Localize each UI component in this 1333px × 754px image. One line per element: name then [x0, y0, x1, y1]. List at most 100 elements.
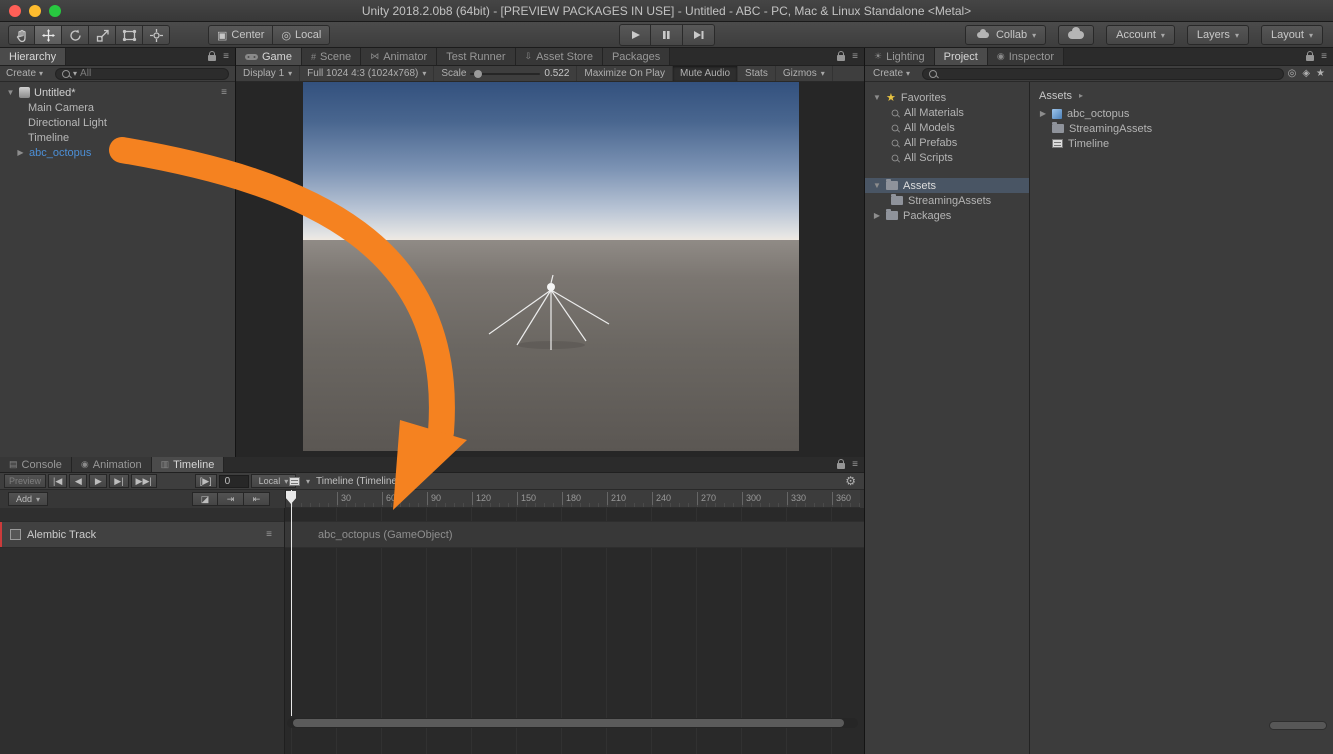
asset-abc-octopus[interactable]: ▶ abc_octopus: [1031, 106, 1333, 121]
previous-frame-button[interactable]: ◀: [69, 474, 87, 488]
tree-folder-packages[interactable]: ▶ Packages: [865, 208, 1029, 223]
layers-button[interactable]: Layers ▾: [1187, 25, 1249, 45]
account-button[interactable]: Account ▾: [1106, 25, 1175, 45]
foldout-icon[interactable]: ▼: [6, 88, 15, 97]
rect-tool-button[interactable]: [116, 25, 143, 45]
tab-animator[interactable]: ⋈ Animator: [361, 48, 437, 65]
timeline-horizontal-scrollbar[interactable]: [287, 718, 858, 728]
minimize-window-button[interactable]: [29, 5, 41, 17]
favorite-all-scripts[interactable]: All Scripts: [865, 150, 1029, 165]
tab-test-runner[interactable]: Test Runner: [437, 48, 515, 65]
game-viewport[interactable]: [303, 82, 799, 451]
lock-icon[interactable]: [208, 55, 216, 61]
panel-menu-icon[interactable]: ≡: [223, 52, 229, 62]
tab-asset-store[interactable]: ⇩ Asset Store: [516, 48, 603, 65]
play-button[interactable]: [619, 24, 651, 46]
move-tool-button[interactable]: [35, 25, 62, 45]
hierarchy-search-input[interactable]: ▾ All: [55, 68, 229, 80]
asset-timeline[interactable]: Timeline: [1031, 136, 1333, 151]
cloud-services-button[interactable]: [1058, 25, 1094, 45]
layout-button[interactable]: Layout ▾: [1261, 25, 1323, 45]
horizontal-scrollbar-thumb[interactable]: [1269, 721, 1327, 730]
space-mode-button[interactable]: ◎ Local: [273, 25, 330, 45]
mix-mode-button[interactable]: ◪: [192, 492, 218, 506]
tab-animation[interactable]: ◉ Animation: [72, 457, 152, 472]
scene-header-row[interactable]: ▼ Untitled* ≡: [0, 85, 235, 100]
step-button[interactable]: [683, 24, 715, 46]
hierarchy-item-directional-light[interactable]: Directional Light: [0, 115, 235, 130]
favorite-all-materials[interactable]: All Materials: [865, 105, 1029, 120]
foldout-icon[interactable]: ▼: [873, 181, 881, 190]
project-search-input[interactable]: [922, 68, 1284, 80]
rotate-tool-button[interactable]: [62, 25, 89, 45]
play-range-toggle[interactable]: [▶]: [195, 474, 217, 488]
collab-button[interactable]: Collab ▾: [965, 25, 1046, 45]
create-dropdown[interactable]: Create ▾: [0, 68, 47, 79]
display-dropdown[interactable]: Display 1 ▾: [236, 66, 300, 81]
scale-slider-rail[interactable]: [470, 73, 540, 75]
hand-tool-button[interactable]: [8, 25, 35, 45]
maximize-on-play-toggle[interactable]: Maximize On Play: [576, 66, 673, 81]
close-window-button[interactable]: [9, 5, 21, 17]
favorite-all-prefabs[interactable]: All Prefabs: [865, 135, 1029, 150]
track-menu-icon[interactable]: ≡: [266, 530, 284, 540]
panel-menu-icon[interactable]: ≡: [852, 460, 858, 470]
tab-timeline[interactable]: ▥ Timeline: [152, 457, 225, 472]
panel-menu-icon[interactable]: ≡: [1321, 52, 1327, 62]
pivot-mode-button[interactable]: ▣ Center: [208, 25, 273, 45]
stats-toggle[interactable]: Stats: [738, 66, 776, 81]
alembic-track-header[interactable]: Alembic Track ≡: [0, 521, 284, 548]
ripple-mode-button[interactable]: ⇥: [218, 492, 244, 506]
hierarchy-item-abc-octopus[interactable]: ▶ abc_octopus: [0, 145, 235, 160]
add-track-button[interactable]: Add ▾: [8, 492, 48, 506]
project-create-dropdown[interactable]: Create ▾: [865, 68, 914, 79]
gizmos-dropdown[interactable]: Gizmos ▾: [776, 66, 833, 81]
foldout-icon[interactable]: ▶: [873, 211, 881, 220]
lock-icon[interactable]: [837, 55, 845, 61]
tab-packages[interactable]: Packages: [603, 48, 670, 65]
tree-folder-assets[interactable]: ▼ Assets: [865, 178, 1029, 193]
alembic-clip-row[interactable]: abc_octopus (GameObject): [285, 521, 864, 548]
pause-button[interactable]: [651, 24, 683, 46]
timeline-play-button[interactable]: ▶: [89, 474, 107, 488]
preview-toggle-button[interactable]: Preview: [4, 474, 46, 488]
lock-icon[interactable]: [1306, 55, 1314, 61]
next-frame-button[interactable]: ▶|: [109, 474, 128, 488]
tab-hierarchy[interactable]: Hierarchy: [0, 48, 66, 65]
panel-menu-icon[interactable]: ≡: [852, 52, 858, 62]
replace-mode-button[interactable]: ⇤: [244, 492, 270, 506]
favorite-all-models[interactable]: All Models: [865, 120, 1029, 135]
search-by-label-icon[interactable]: ◈: [1302, 68, 1310, 79]
goto-start-button[interactable]: |◀: [48, 474, 67, 488]
scale-slider[interactable]: Scale 0.522: [434, 66, 576, 81]
scale-slider-knob[interactable]: [474, 70, 482, 78]
tree-folder-streamingassets[interactable]: StreamingAssets: [865, 193, 1029, 208]
timeline-asset-name[interactable]: Timeline (Timeline): [316, 476, 400, 487]
scrollbar-thumb[interactable]: [293, 719, 844, 727]
foldout-icon[interactable]: ▶: [16, 148, 25, 157]
tab-project[interactable]: Project: [935, 48, 988, 65]
tab-console[interactable]: ▤ Console: [0, 457, 72, 472]
chevron-down-icon[interactable]: ▾: [306, 477, 310, 486]
goto-end-button[interactable]: ▶▶|: [131, 474, 157, 488]
tab-inspector[interactable]: ◉ Inspector: [988, 48, 1064, 65]
mute-audio-toggle[interactable]: Mute Audio: [673, 66, 738, 81]
tab-game[interactable]: Game: [236, 48, 302, 65]
hierarchy-item-timeline[interactable]: Timeline: [0, 130, 235, 145]
favorites-filter-icon[interactable]: ★: [1316, 68, 1325, 79]
playhead-line[interactable]: [291, 490, 292, 716]
favorites-root[interactable]: ▼ ★ Favorites: [865, 90, 1029, 105]
scene-menu-icon[interactable]: ≡: [221, 88, 235, 98]
asset-streamingassets[interactable]: StreamingAssets: [1031, 121, 1333, 136]
scale-tool-button[interactable]: [89, 25, 116, 45]
aspect-dropdown[interactable]: Full 1024 4:3 (1024x768) ▾: [300, 66, 434, 81]
tab-lighting[interactable]: ☀ Lighting: [865, 48, 935, 65]
transform-tool-button[interactable]: [143, 25, 170, 45]
gear-icon[interactable]: ⚙: [845, 474, 856, 488]
timeline-ruler[interactable]: 30 60 90 120 150 180 210 240 270 300 330…: [285, 490, 860, 508]
hierarchy-item-main-camera[interactable]: Main Camera: [0, 100, 235, 115]
foldout-icon[interactable]: ▶: [1039, 109, 1047, 118]
tab-scene[interactable]: # Scene: [302, 48, 361, 65]
current-frame-field[interactable]: 0: [219, 475, 249, 488]
zoom-window-button[interactable]: [49, 5, 61, 17]
